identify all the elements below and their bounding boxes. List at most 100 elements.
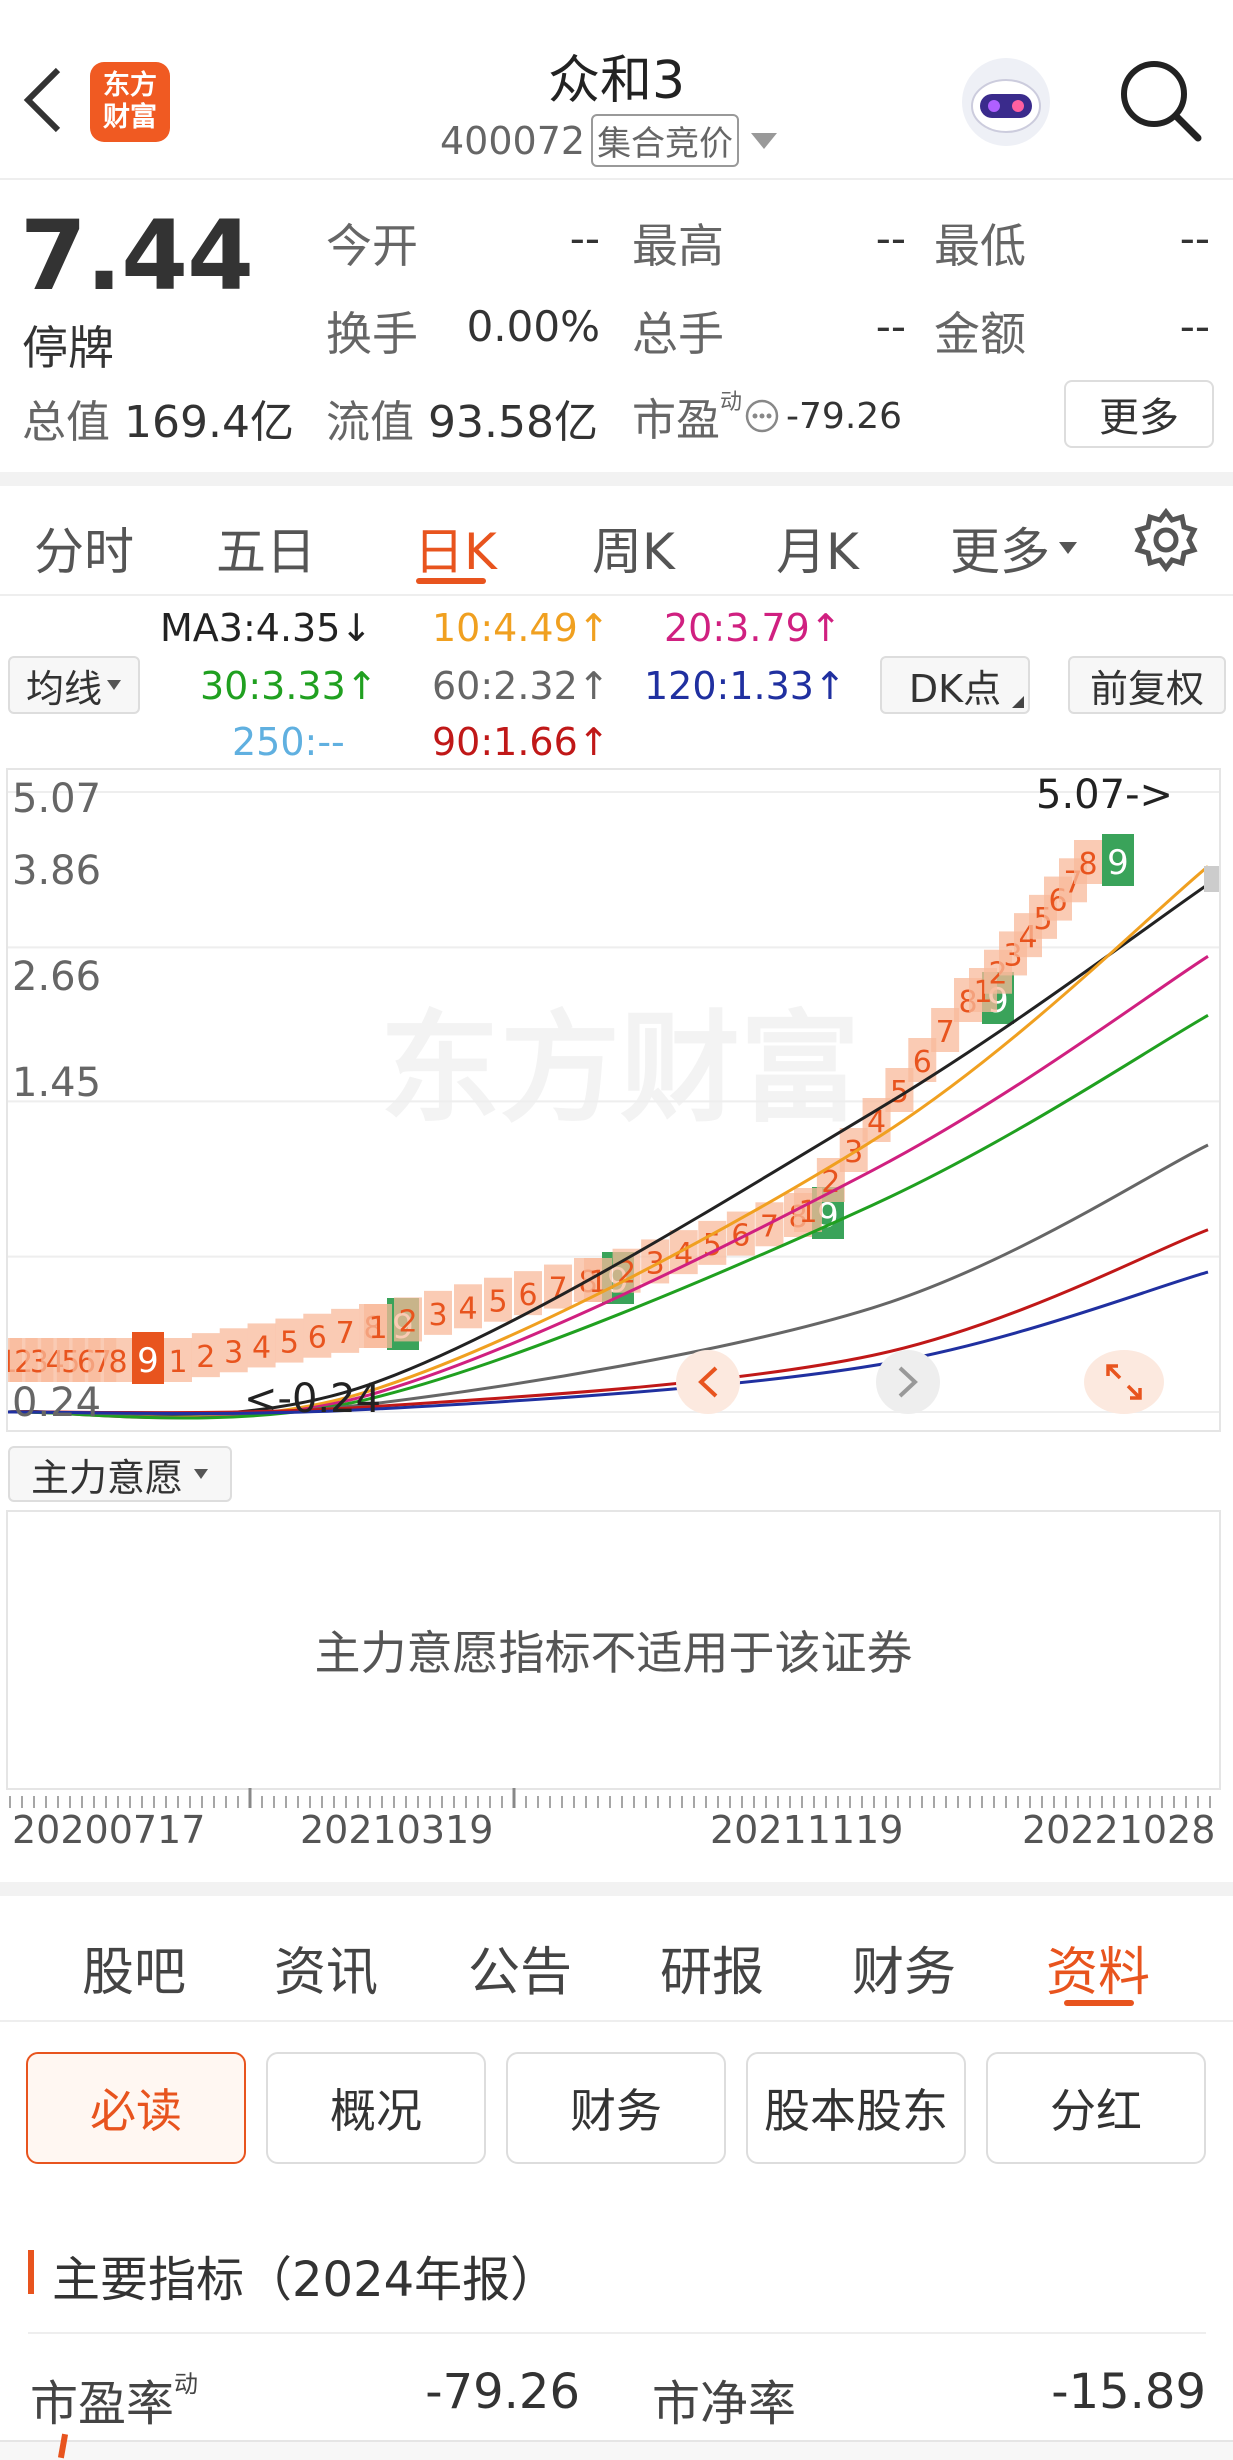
td-digit: 2 [398,1304,417,1339]
td-digit: 7 [936,1015,955,1050]
max-annotation: 5.07-> [1036,772,1173,818]
tab-monthly-k[interactable]: 月K [776,512,859,584]
tab-five-day[interactable]: 五日 [216,512,316,584]
y-tick-label: 2.66 [12,954,102,1000]
ma-line-MA3 [8,883,1209,1418]
info-tabs: 股吧 资讯 公告 研报 财务 资料 [0,1882,1233,2022]
tab-forum[interactable]: 股吧 [82,1930,186,2005]
subtab-dividends[interactable]: 分红 [986,2052,1206,2164]
td-nine-label: 9 [1107,843,1129,883]
ma120-label: 120:1.33↑ [644,664,846,708]
watermark: 东方财富 [380,1000,860,1139]
total-cap: 总值 169.4亿 [22,397,294,448]
pe-ratio: 市盈 动 -79.26 [632,390,903,446]
gear-icon[interactable] [1134,508,1198,572]
scroll-left-button[interactable] [676,1350,740,1414]
dk-point-button[interactable]: DK点 [880,656,1030,714]
tab-intraday[interactable]: 分时 [34,512,134,584]
volume-label: 总手 [632,307,724,361]
indicator-message: 主力意愿指标不适用于该证券 [314,1626,913,1680]
tab-research[interactable]: 研报 [660,1930,764,2005]
tab-announcements[interactable]: 公告 [468,1930,572,2005]
ma-dropdown[interactable]: 均线 [8,656,140,714]
x-date-label: 20221028 [1022,1808,1216,1852]
bottom-toolbar-edge [0,2440,1233,2460]
kline-svg: 东方财富 12345678912345678912345678912345678… [8,772,1219,1422]
ma30-label: 30:3.33↑ [200,664,378,708]
float-cap: 流值 93.58亿 [326,397,598,448]
tab-daily-k[interactable]: 日K [414,512,497,584]
amount-label: 金额 [934,307,1026,361]
ma60-label: 60:2.32↑ [432,664,610,708]
caret-down-icon [751,132,778,149]
tab-news[interactable]: 资讯 [274,1930,378,2005]
td-nine-label: 9 [137,1341,159,1381]
subtab-must-read[interactable]: 必读 [26,2052,246,2164]
ma250-label: 250:-- [232,720,345,764]
robot-assistant-icon[interactable] [958,54,1054,150]
y-tick-label: 3.86 [12,848,102,894]
indicator-panel: 主力意愿指标不适用于该证券 [6,1510,1221,1790]
pb-ratio-label: 市净率 [652,2376,797,2432]
pe-ratio-value: -79.26 [425,2364,580,2420]
td-digit: 6 [913,1045,932,1080]
current-price: 7.44 [20,200,254,312]
scroll-right-button[interactable] [876,1350,940,1414]
ma90-label: 90:1.66↑ [432,720,610,764]
fullscreen-button[interactable] [1084,1350,1164,1414]
chevron-left-icon [698,1366,718,1398]
stock-code: 400072 [440,118,586,163]
stock-code-row[interactable]: 400072 集合竞价 [440,114,779,167]
x-date-label: 20200717 [12,1808,206,1852]
tab-finance[interactable]: 财务 [852,1930,956,2005]
tab-weekly-k[interactable]: 周K [592,512,675,584]
chevron-left-icon[interactable] [20,66,64,134]
expand-icon [1106,1364,1142,1400]
subtab-finance[interactable]: 财务 [506,2052,726,2164]
trading-status: 停牌 [22,321,114,375]
timeline-ticks [9,1788,1211,1808]
td-digit: 6 [308,1321,327,1356]
top-bar: 东方 财富 众和3 400072 集合竞价 [0,0,1233,180]
subtab-overview[interactable]: 概况 [266,2052,486,2164]
td-digit: 8 [1078,847,1097,882]
td-digit: 2 [196,1340,215,1375]
y-tick-label: 5.07 [12,776,102,822]
td-digit: 3 [224,1335,243,1370]
high-value: -- [875,214,906,263]
section-marker [28,2250,34,2294]
open-label: 今开 [326,219,418,273]
y-tick-label: 0.24 [12,1380,102,1426]
chevron-right-icon [898,1366,918,1398]
low-value: -- [1179,214,1210,263]
open-value: -- [569,214,600,263]
ma3-label: MA3:4.35↓ [160,606,373,650]
tab-more[interactable]: 更多 [950,512,1078,584]
last-candle [1204,866,1219,892]
td-digit: 1 [368,1311,387,1346]
subtab-shareholders[interactable]: 股本股东 [746,2052,966,2164]
td-digit: 1 [168,1345,187,1380]
ma20-label: 20:3.79↑ [664,606,842,650]
amount-value: -- [1179,302,1210,351]
td-digit: 7 [336,1316,355,1351]
ma10-label: 10:4.49↑ [432,606,610,650]
tab-profile[interactable]: 资料 [1046,1930,1150,2005]
app-logo: 东方 财富 [90,62,170,142]
caret-down-icon [1059,542,1077,554]
divider [28,2332,1206,2334]
more-dots-icon[interactable] [744,398,780,434]
td-digit: 5 [280,1326,299,1361]
pb-ratio-value: -15.89 [1051,2364,1206,2420]
indicator-dropdown[interactable]: 主力意愿 [8,1446,232,1502]
more-button[interactable]: 更多 [1064,380,1214,448]
stock-name: 众和3 [547,51,686,111]
td-digit: 4 [458,1291,477,1326]
active-tab-indicator [1064,2000,1134,2006]
kline-chart[interactable]: 东方财富 12345678912345678912345678912345678… [6,768,1221,1432]
td-digit: 5 [488,1285,507,1320]
search-icon[interactable] [1116,56,1206,146]
low-label: 最低 [934,219,1026,273]
caret-down-icon [107,680,121,690]
adjust-button[interactable]: 前复权 [1068,656,1226,714]
